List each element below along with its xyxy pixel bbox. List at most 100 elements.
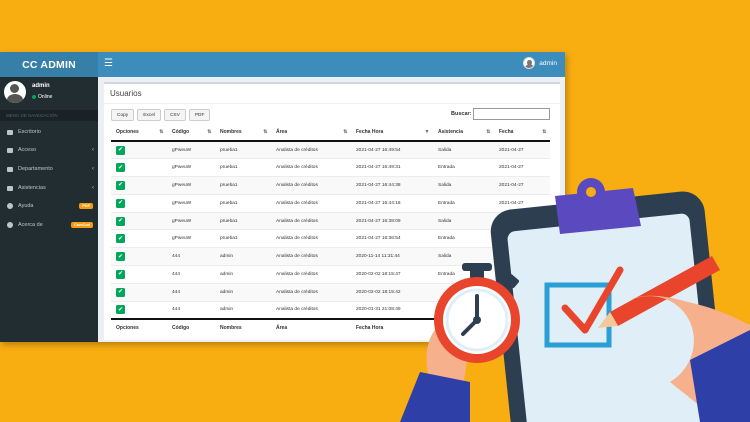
fecha-hora-cell: 2021-04-27 16:44:16 bbox=[351, 193, 433, 213]
info-icon bbox=[7, 222, 13, 228]
area-cell: Analista de créditos bbox=[271, 247, 351, 266]
table-row: ✔ gPweuW prueba1 Analista de créditos 2021-0… bbox=[111, 158, 550, 177]
options-cell: ✔ bbox=[111, 140, 167, 159]
col-asistencia[interactable]: Asistencia ⇅ bbox=[433, 124, 494, 142]
options-cell: ✔ bbox=[111, 176, 167, 195]
pdf-button[interactable]: PDF bbox=[188, 109, 211, 121]
check-icon[interactable]: ✔ bbox=[116, 145, 125, 155]
attendance-table: Opciones ⇅ Código ⇅ Nombres ⇅ Área ⇅ Fecha H… bbox=[111, 124, 550, 336]
sidebar-item-ayuda[interactable]: Ayuda PDF bbox=[0, 197, 98, 215]
fecha-cell bbox=[494, 300, 550, 319]
col-area[interactable]: Área ⇅ bbox=[271, 124, 351, 142]
sidebar-item-label: Acceso bbox=[18, 147, 37, 153]
foot-opciones: Opciones bbox=[111, 317, 167, 336]
sidebar-user-name: admin bbox=[32, 83, 50, 89]
col-nombres[interactable]: Nombres ⇅ bbox=[215, 124, 271, 142]
table-row: ✔ 444 admin Analista de créditos 2020-01-31 … bbox=[111, 300, 550, 319]
area-cell: Analista de créditos bbox=[271, 282, 351, 302]
sidebar-item-departamento[interactable]: Departamento ‹ bbox=[0, 160, 98, 178]
fecha-hora-cell: 2020-11-14 11:31:44 bbox=[351, 247, 433, 266]
csv-button[interactable]: CSV bbox=[163, 109, 186, 121]
codigo-cell: 444 bbox=[167, 282, 215, 302]
top-user-name: admin bbox=[539, 59, 557, 67]
fecha-hora-cell: 2021-04-27 16:38:09 bbox=[351, 211, 433, 230]
check-icon[interactable]: ✔ bbox=[116, 163, 125, 173]
nombres-cell: prueba1 bbox=[215, 229, 271, 248]
col-label: Fecha Hora bbox=[356, 129, 384, 135]
col-label: Área bbox=[276, 129, 288, 135]
asistencia-cell: Entrada bbox=[433, 193, 494, 213]
nombres-cell: prueba1 bbox=[215, 140, 271, 159]
user-menu[interactable]: admin bbox=[523, 57, 557, 69]
codigo-cell: 444 bbox=[167, 300, 215, 319]
codigo-cell: 444 bbox=[167, 247, 215, 266]
area-cell: Analista de créditos bbox=[271, 211, 351, 230]
search-input[interactable] bbox=[473, 108, 550, 120]
copy-button[interactable]: Copy bbox=[111, 109, 135, 121]
sort-icon: ⇅ bbox=[486, 129, 490, 135]
nombres-cell: admin bbox=[215, 265, 271, 284]
check-icon[interactable]: ✔ bbox=[116, 287, 125, 297]
question-icon bbox=[7, 203, 13, 209]
status-text: Online bbox=[38, 94, 53, 100]
check-icon[interactable]: ✔ bbox=[116, 234, 125, 244]
fecha-hora-cell: 2021-04-27 16:49:31 bbox=[351, 158, 433, 177]
sidebar-item-label: Departamento bbox=[18, 166, 53, 172]
folder-icon bbox=[7, 147, 13, 153]
asistencia-cell: Salida bbox=[433, 211, 494, 230]
codigo-cell: gPweuW bbox=[167, 158, 215, 177]
user-panel: admin Online bbox=[4, 81, 94, 107]
check-icon[interactable]: ✔ bbox=[116, 305, 125, 315]
sidebar-item-acerca-de[interactable]: Acerca de ComCod bbox=[0, 216, 98, 234]
hamburger-icon[interactable]: ☰ bbox=[104, 58, 113, 69]
asistencia-cell: Entrada bbox=[433, 265, 494, 284]
sidebar-item-escritorio[interactable]: Escritorio bbox=[0, 123, 98, 141]
asistencia-cell bbox=[433, 300, 494, 319]
sidebar-item-asistencias[interactable]: Asistencias ‹ bbox=[0, 179, 98, 197]
fecha-hora-cell: 2021-04-27 16:44:38 bbox=[351, 176, 433, 195]
nombres-cell: admin bbox=[215, 300, 271, 319]
col-label: Fecha bbox=[499, 129, 514, 135]
fecha-hora-cell: 2020-01-31 21:08:49 bbox=[351, 300, 433, 319]
col-codigo[interactable]: Código ⇅ bbox=[167, 124, 215, 142]
check-icon[interactable]: ✔ bbox=[116, 216, 125, 226]
fecha-cell: 2021-04-27 bbox=[494, 211, 550, 230]
fecha-cell: 2021-04-27 bbox=[494, 176, 550, 195]
top-navbar: CC ADMIN ☰ admin bbox=[0, 52, 565, 77]
col-label: Código bbox=[172, 129, 190, 135]
sort-icon: ⇅ bbox=[263, 129, 267, 135]
sidebar-item-acceso[interactable]: Acceso ‹ bbox=[0, 141, 98, 159]
sidebar-item-label: Acerca de bbox=[18, 222, 43, 228]
asistencia-cell: Entrada bbox=[433, 229, 494, 248]
area-cell: Analista de créditos bbox=[271, 229, 351, 248]
sort-icon: ⇅ bbox=[207, 129, 211, 135]
fecha-cell bbox=[494, 247, 550, 266]
excel-button[interactable]: Excel bbox=[137, 109, 161, 121]
page-title: Usuarios bbox=[110, 89, 142, 98]
nombres-cell: admin bbox=[215, 247, 271, 266]
table-header: Opciones ⇅ Código ⇅ Nombres ⇅ Área ⇅ Fecha H… bbox=[111, 124, 550, 142]
fecha-hora-cell: 2020-02-02 18:15:47 bbox=[351, 265, 433, 284]
options-cell: ✔ bbox=[111, 229, 167, 248]
foot-empty bbox=[433, 317, 494, 336]
folder-icon bbox=[7, 166, 13, 172]
options-cell: ✔ bbox=[111, 282, 167, 302]
area-cell: Analista de créditos bbox=[271, 300, 351, 319]
col-opciones[interactable]: Opciones ⇅ bbox=[111, 124, 167, 142]
col-fecha[interactable]: Fecha ⇅ bbox=[494, 124, 550, 142]
check-icon[interactable]: ✔ bbox=[116, 198, 125, 208]
table-row: ✔ 444 admin Analista de créditos 2020-02-02 … bbox=[111, 282, 550, 302]
check-icon[interactable]: ✔ bbox=[116, 180, 125, 190]
sort-icon: ⇅ bbox=[542, 129, 546, 135]
fecha-cell bbox=[494, 229, 550, 248]
status-dot-icon bbox=[32, 95, 36, 99]
app-logo[interactable]: CC ADMIN bbox=[0, 52, 98, 77]
check-icon[interactable]: ✔ bbox=[116, 252, 125, 262]
chevron-left-icon: ‹ bbox=[92, 185, 94, 191]
sidebar-item-label: Asistencias bbox=[18, 185, 46, 191]
admin-window: CC ADMIN ☰ admin admin Online MENÚ DE NA… bbox=[0, 52, 565, 342]
col-fecha-hora[interactable]: Fecha Hora ▼ bbox=[351, 124, 433, 142]
options-cell: ✔ bbox=[111, 300, 167, 319]
table-row: ✔ gPweuW prueba1 Analista de créditos 2021-0… bbox=[111, 211, 550, 230]
check-icon[interactable]: ✔ bbox=[116, 269, 125, 279]
